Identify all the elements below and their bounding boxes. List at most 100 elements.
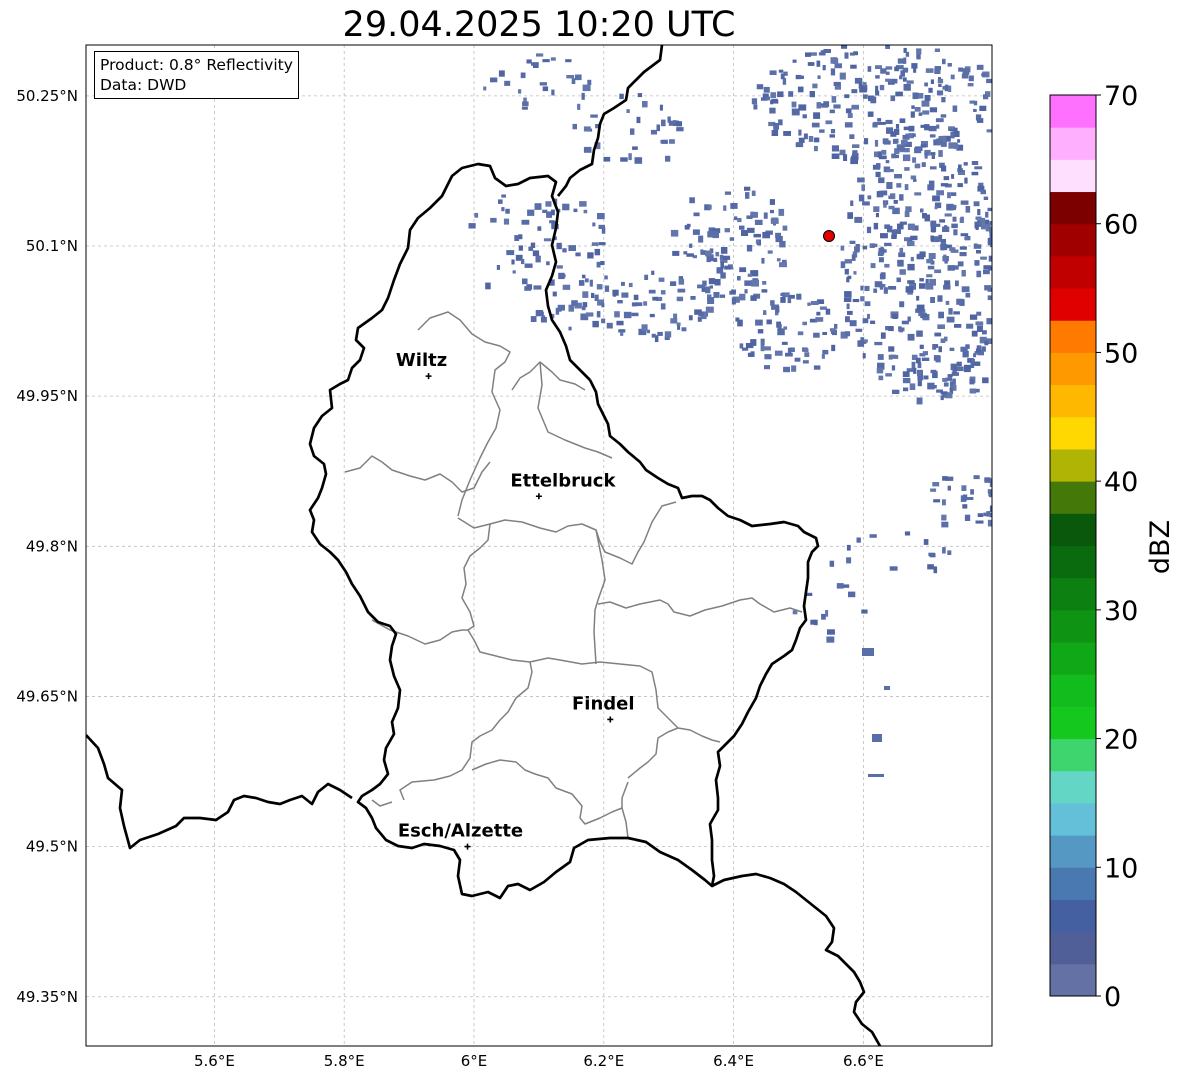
echo-pixel [876,367,884,374]
echo-pixel [874,139,879,147]
echo-pixel [681,327,687,332]
echo-pixel [873,288,878,293]
echo-pixel [661,119,666,127]
echo-pixel [932,482,940,487]
echo-pixel [587,79,592,86]
echo-pixel [821,354,825,359]
echo-pixel [676,121,682,127]
echo-pixel [581,92,585,100]
echo-pixel [689,197,695,204]
colorbar-segment [1050,931,1096,965]
echo-pixel [930,369,937,374]
echo-pixel [917,380,922,387]
echo-pixel [905,51,910,57]
echo-pixel [895,124,900,129]
radar-map[interactable]: WiltzEttelbruckFindelEsch/Alzette 5.6°E 5… [0,0,1184,1081]
echo-pixel [747,352,754,357]
echo-pixel [906,240,915,247]
echo-pixel [677,288,686,293]
echo-pixel [880,246,884,252]
echo-pixel [891,365,896,371]
echo-pixel [903,387,909,392]
echo-pixel [797,86,804,93]
echo-pixel [596,311,601,318]
echo-pixel [751,190,756,196]
echo-pixel [917,93,924,99]
echo-pixel [634,157,643,164]
echo-pixel [813,365,821,370]
echo-pixel [930,226,937,232]
echo-pixel [816,60,821,67]
echo-pixel [552,291,557,297]
echo-pixel [957,139,961,143]
echo-pixel [952,216,957,222]
echo-pixel [902,134,910,140]
echo-pixel [549,220,555,224]
echo-pixel [522,278,528,285]
echo-pixel [929,134,936,138]
echo-pixel [973,100,978,106]
echo-pixel [847,310,853,315]
echo-pixel [948,85,952,92]
echo-pixel [530,316,537,322]
echo-pixel [960,200,969,205]
echo-pixel [753,233,761,238]
echo-pixel [628,153,632,161]
echo-pixel [873,206,880,212]
echo-pixel [652,296,658,301]
echo-pixel [966,323,974,329]
echo-pixel [720,261,724,269]
echo-pixel [834,323,838,329]
lat-tick-label: 49.65°N [16,687,78,705]
echo-pixel [922,110,930,115]
echo-pixel [893,128,900,135]
echo-pixel [761,289,768,293]
echo-pixel [521,106,528,110]
echo-pixel [946,316,955,323]
echo-pixel [956,298,963,305]
echo-pixel [886,169,894,173]
echo-pixel [798,75,804,79]
colorbar-segment [1050,835,1096,868]
echo-pixel [600,261,605,266]
echo-pixel [936,90,944,96]
echo-pixel [644,274,649,280]
echo-pixel [896,277,901,283]
lat-tick-label: 49.95°N [16,387,78,405]
colorbar-segment [1050,223,1096,257]
echo-pixel [556,265,563,269]
echo-pixel [770,209,774,214]
echo-pixel [597,213,605,220]
echo-pixel [875,213,879,218]
echo-pixel [962,350,969,358]
echo-pixel [889,566,898,571]
echo-pixel [741,230,749,236]
colorbar-segment [1050,320,1096,353]
echo-pixel [844,291,852,298]
echo-pixel [928,125,937,132]
echo-pixel [712,231,719,239]
echo-pixel [899,75,903,80]
echo-pixel [878,375,884,381]
echo-pixel [739,267,747,273]
echo-pixel [849,320,857,327]
echo-pixel [849,134,855,139]
echo-pixel [676,127,684,132]
colorbar-segment [1050,384,1096,418]
echo-pixel [709,285,713,289]
echo-pixel [829,134,835,138]
echo-pixel [927,265,935,270]
lon-tick-label: 6.2°E [583,1052,624,1070]
echo-pixel [860,296,865,302]
echo-pixel [870,320,876,324]
echo-pixel [999,77,1002,82]
echo-pixel [794,357,801,362]
echo-pixel [616,320,624,326]
echo-pixel [959,252,967,257]
echo-pixel [907,333,915,341]
latitude-ticks: 50.25°N 50.1°N 49.95°N 49.8°N 49.65°N 49.5°N 4… [16,87,78,1006]
colorbar-segment [1050,802,1096,836]
radar-site-marker[interactable] [823,230,835,242]
colorbar-tick-label: 10 [1104,853,1138,884]
echo-pixel [826,636,835,643]
